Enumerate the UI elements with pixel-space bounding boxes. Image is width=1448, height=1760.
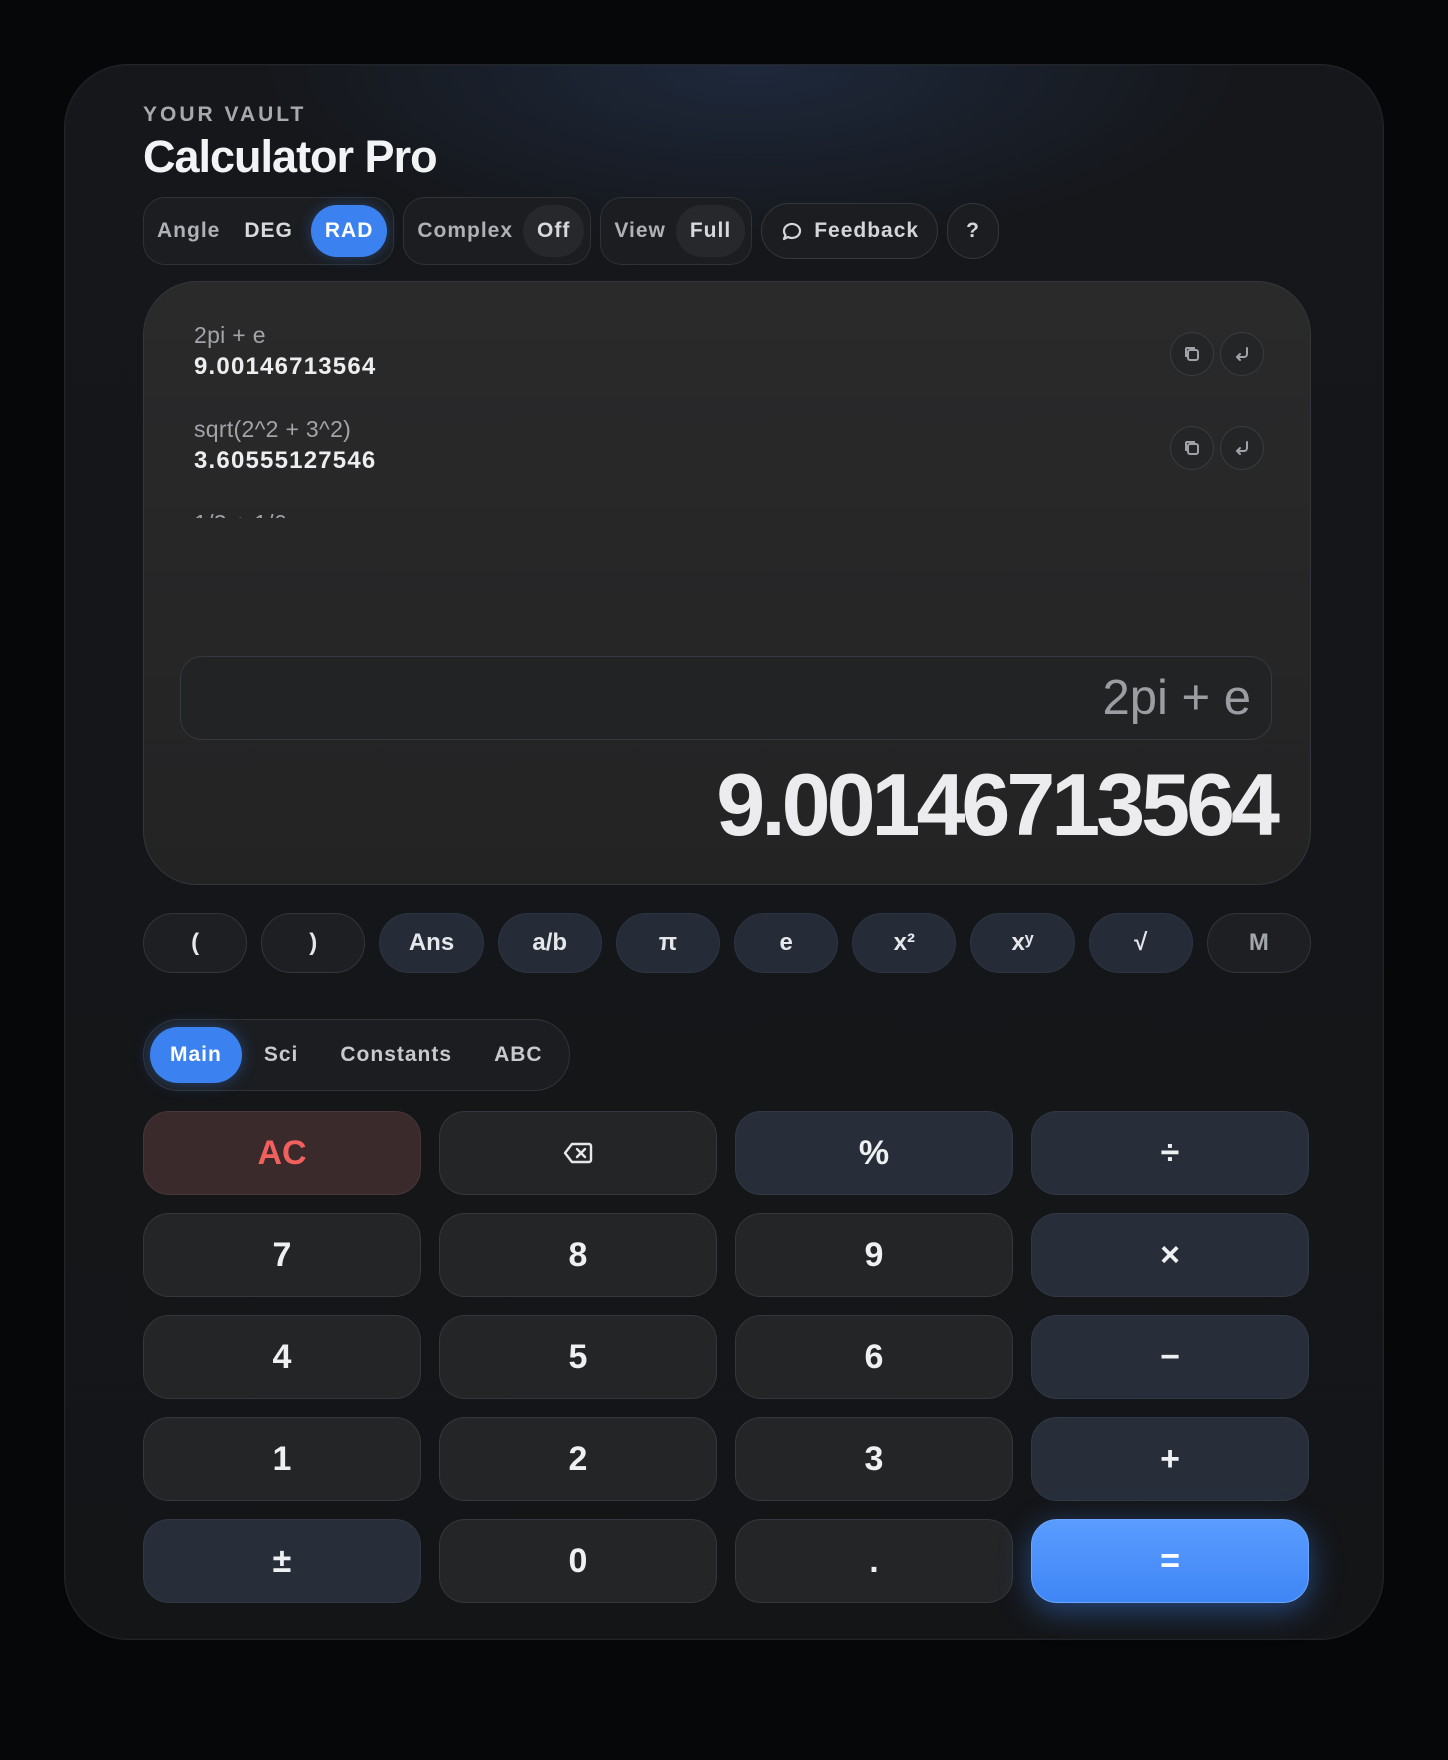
copy-icon[interactable] — [1170, 332, 1214, 376]
backspace-button[interactable] — [439, 1111, 717, 1195]
history-item[interactable]: sqrt(2^2 + 3^2) 3.60555127546 — [194, 416, 1264, 510]
help-button[interactable]: ? — [947, 203, 1000, 259]
ans-button[interactable]: Ans — [379, 913, 484, 973]
tab-main[interactable]: Main — [150, 1027, 242, 1083]
angle-toggle: Angle DEG RAD — [143, 197, 395, 265]
digit-8-button[interactable]: 8 — [439, 1213, 717, 1297]
fraction-button[interactable]: a/b — [497, 913, 602, 973]
keypad-tabs: Main Sci Constants ABC — [143, 1019, 570, 1091]
digit-0-button[interactable]: 0 — [439, 1519, 717, 1603]
backspace-icon — [563, 1140, 593, 1166]
chat-bubble-icon — [780, 219, 804, 243]
add-button[interactable]: + — [1031, 1417, 1309, 1501]
power-button[interactable]: xʸ — [970, 913, 1075, 973]
toolbar: Angle DEG RAD Complex Off View Full Feed… — [143, 195, 1000, 267]
insert-enter-icon[interactable] — [1220, 426, 1264, 470]
open-paren-button[interactable]: ( — [143, 913, 248, 973]
all-clear-button[interactable]: AC — [143, 1111, 421, 1195]
angle-label: Angle — [157, 219, 221, 242]
digit-7-button[interactable]: 7 — [143, 1213, 421, 1297]
complex-value[interactable]: Off — [523, 205, 585, 257]
history-expression: sqrt(2^2 + 3^2) — [194, 416, 352, 442]
digit-9-button[interactable]: 9 — [735, 1213, 1013, 1297]
feedback-button[interactable]: Feedback — [761, 203, 939, 259]
complex-label: Complex — [417, 219, 514, 242]
calculator-card: YOUR VAULT Calculator Pro Angle DEG RAD … — [64, 64, 1384, 1640]
result-display: 9.00146713564 — [716, 755, 1280, 854]
function-row: ( ) Ans a/b π e x² xʸ √ M — [143, 913, 1312, 973]
history-list[interactable]: 2pi + e 9.00146713564 sqrt(2^2 + 3^2) 3.… — [194, 322, 1264, 518]
history-item[interactable]: 1/3 + 1/6 — [194, 510, 1264, 518]
history-result: 9.00146713564 — [194, 353, 377, 380]
tab-constants[interactable]: Constants — [320, 1027, 472, 1083]
divide-button[interactable]: ÷ — [1031, 1111, 1309, 1195]
expression-input[interactable]: 2pi + e — [180, 656, 1272, 740]
history-expression: 2pi + e — [194, 322, 266, 348]
digit-2-button[interactable]: 2 — [439, 1417, 717, 1501]
digit-3-button[interactable]: 3 — [735, 1417, 1013, 1501]
square-button[interactable]: x² — [852, 913, 957, 973]
view-label: View — [614, 219, 666, 242]
angle-rad-option[interactable]: RAD — [310, 205, 388, 257]
subtract-button[interactable]: − — [1031, 1315, 1309, 1399]
digit-4-button[interactable]: 4 — [143, 1315, 421, 1399]
history-result: 3.60555127546 — [194, 447, 377, 474]
equals-button[interactable]: = — [1031, 1519, 1309, 1603]
history-item[interactable]: 2pi + e 9.00146713564 — [194, 322, 1264, 416]
insert-enter-icon[interactable] — [1220, 332, 1264, 376]
digit-1-button[interactable]: 1 — [143, 1417, 421, 1501]
digit-6-button[interactable]: 6 — [735, 1315, 1013, 1399]
memory-button[interactable]: M — [1206, 913, 1312, 973]
close-paren-button[interactable]: ) — [261, 913, 366, 973]
feedback-label: Feedback — [814, 219, 920, 242]
view-value[interactable]: Full — [675, 205, 746, 257]
angle-deg-option[interactable]: DEG — [230, 205, 307, 257]
percent-button[interactable]: % — [735, 1111, 1013, 1195]
negate-button[interactable]: ± — [143, 1519, 421, 1603]
tab-abc[interactable]: ABC — [474, 1027, 563, 1083]
multiply-button[interactable]: × — [1031, 1213, 1309, 1297]
vault-eyebrow: YOUR VAULT — [143, 103, 307, 126]
digit-5-button[interactable]: 5 — [439, 1315, 717, 1399]
pi-button[interactable]: π — [615, 913, 721, 973]
sqrt-button[interactable]: √ — [1088, 913, 1193, 973]
decimal-button[interactable]: . — [735, 1519, 1013, 1603]
view-toggle[interactable]: View Full — [600, 197, 753, 265]
complex-toggle[interactable]: Complex Off — [403, 197, 592, 265]
tab-sci[interactable]: Sci — [244, 1027, 319, 1083]
app-title: Calculator Pro — [143, 131, 438, 182]
keypad: AC % ÷ 7 8 9 × 4 5 6 − 1 2 3 + ± 0 . = — [143, 1111, 1311, 1603]
copy-icon[interactable] — [1170, 426, 1214, 470]
display-panel: 2pi + e 9.00146713564 sqrt(2^2 + 3^2) 3.… — [143, 281, 1311, 885]
history-expression: 1/3 + 1/6 — [194, 510, 1264, 518]
e-button[interactable]: e — [734, 913, 839, 973]
